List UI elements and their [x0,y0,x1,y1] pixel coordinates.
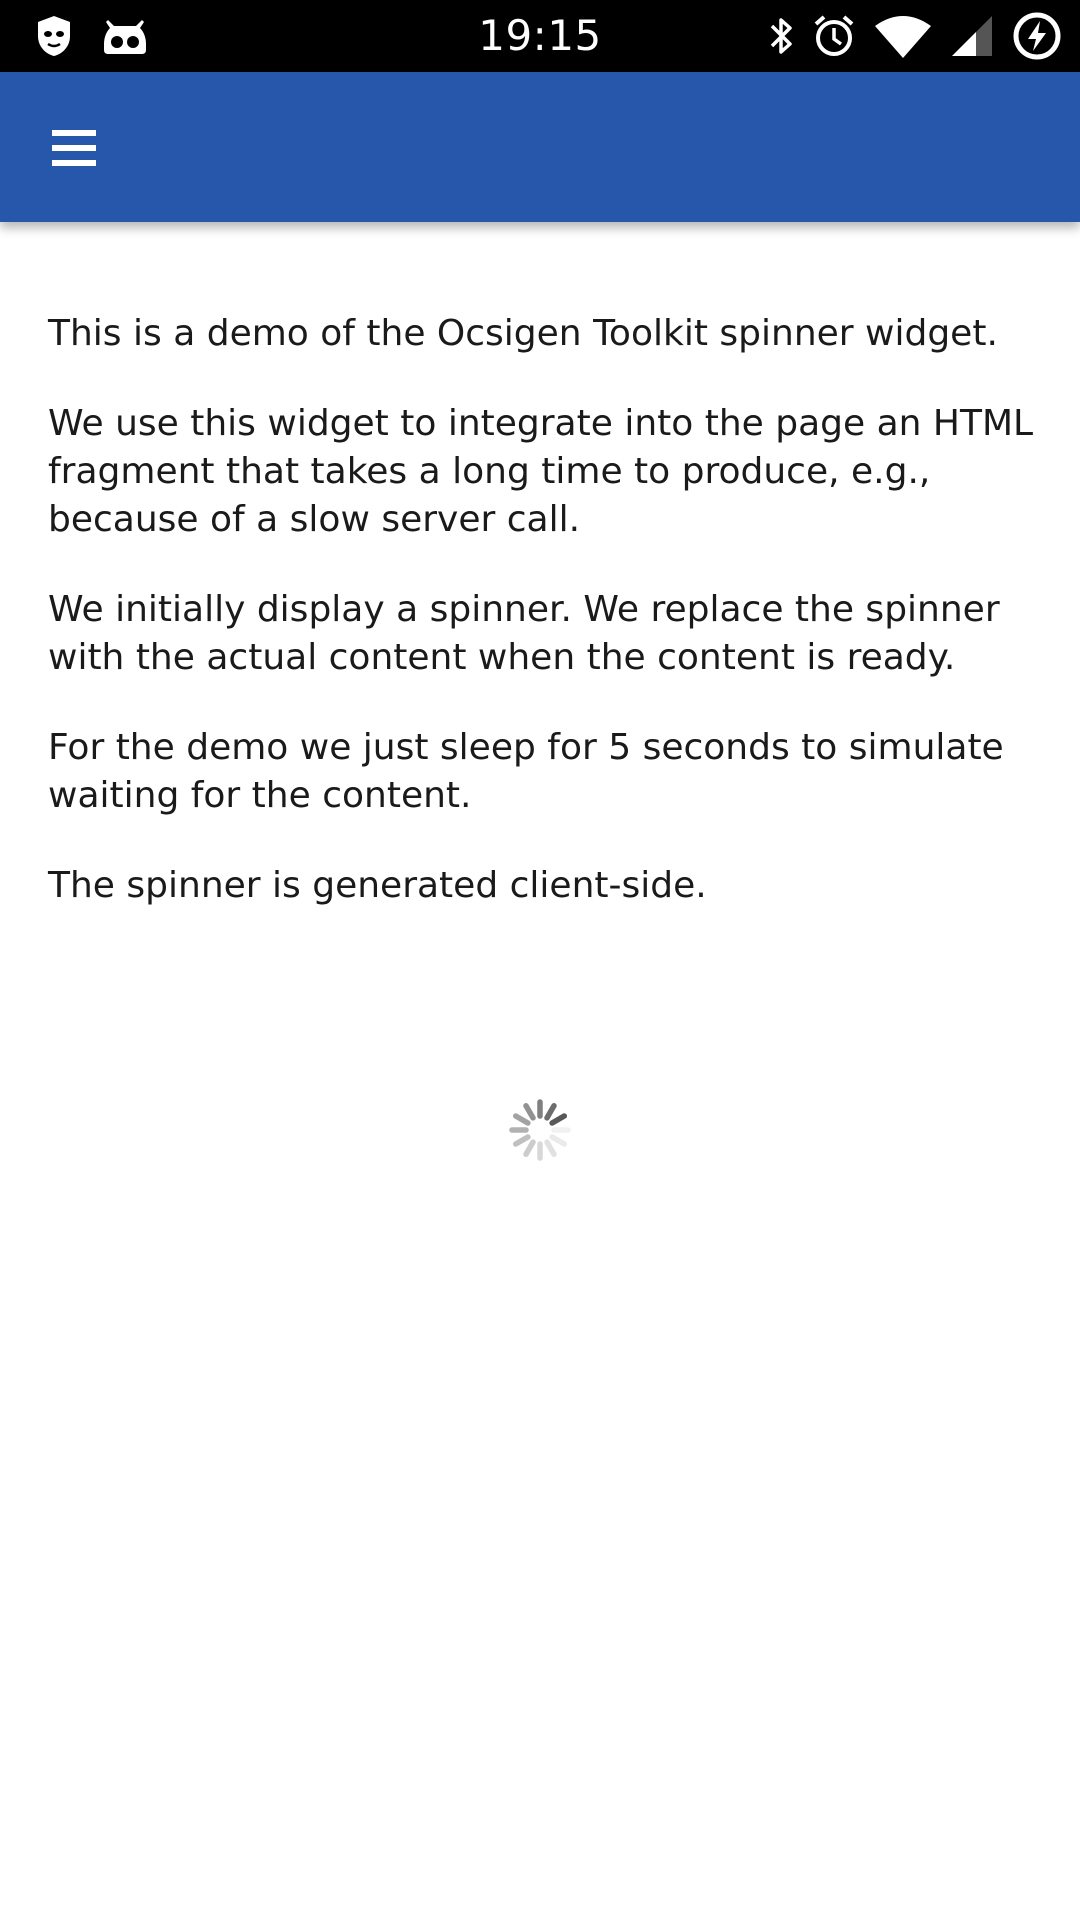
spinner-spoke [513,1113,531,1126]
behavior-paragraph: We initially display a spinner. We repla… [48,589,1000,678]
spinner-spoke [513,1134,531,1147]
battery-charging-icon [1012,11,1062,61]
demo-paragraph: For the demo we just sleep for 5 seconds… [48,727,1004,816]
spinner-spoke [523,1139,536,1157]
spinner-spoke [544,1103,557,1121]
spinner-spoke [549,1134,567,1147]
status-bar: 19:15 [0,0,1080,72]
app-bar [0,72,1080,222]
spinner-spoke [549,1113,567,1126]
status-right-icons [768,10,1062,62]
wifi-icon [874,14,932,58]
spinner-spoke [523,1103,536,1121]
hamburger-menu-icon [52,128,96,168]
spinner-spoke [544,1139,557,1157]
signal-icon [950,14,994,58]
purpose-paragraph: We use this widget to integrate into the… [48,403,1034,540]
menu-button[interactable] [36,116,112,180]
alarm-icon [812,14,856,58]
bluetooth-icon [768,14,794,58]
client-side-paragraph: The spinner is generated client-side. [48,865,707,906]
loading-spinner-icon [508,1098,572,1162]
intro-paragraph: This is a demo of the Ocsigen Toolkit sp… [48,313,998,354]
main-content: This is a demo of the Ocsigen Toolkit sp… [48,310,1038,952]
